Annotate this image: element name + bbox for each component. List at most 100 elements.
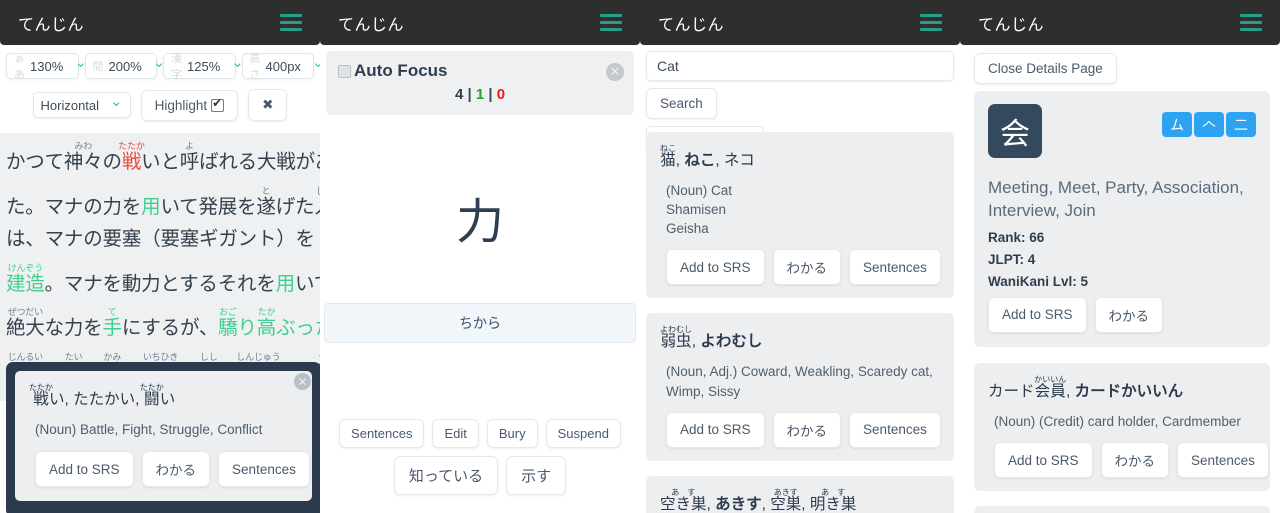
reader-token[interactable]: にするが、 [122, 317, 219, 339]
close-reader-button[interactable]: ✖ [248, 89, 288, 121]
highlight-checkbox[interactable] [211, 96, 225, 112]
reader-token[interactable]: り [237, 317, 257, 339]
close-details-button[interactable]: Close Details Page [974, 53, 1117, 84]
panel-search: てんじん Search All 猫ねこ, ねこ, ネコ(Noun) CatSha… [640, 0, 960, 513]
reader-token[interactable]: 力 [64, 317, 84, 339]
action-button[interactable]: Sentences [849, 249, 941, 286]
result-card: 空き巣あ す, あきす, 空巣あきす, 明き巣あ す(Noun) Empty h… [646, 475, 954, 513]
radical-button[interactable]: 𠆢 [1194, 112, 1224, 137]
reader-token[interactable]: 高たか [257, 308, 277, 339]
reader-size-controls: ぁあ 130% 間 200% 漢字 125% 高さ400px [0, 45, 320, 81]
reader-token[interactable]: ギガント）を [199, 228, 315, 250]
flashcard-front[interactable]: 力 [320, 131, 640, 303]
reader-token[interactable]: を [122, 196, 142, 218]
hamburger-icon[interactable] [280, 14, 302, 31]
kanji-tile[interactable]: 会 [988, 104, 1042, 158]
reader-token[interactable]: 。マナを [45, 273, 122, 295]
reader-token[interactable]: ぶった [276, 317, 320, 339]
auto-focus-checkbox[interactable] [338, 64, 351, 78]
action-button[interactable]: わかる [1100, 442, 1170, 479]
reader-token[interactable]: げた [276, 196, 315, 218]
size-select[interactable]: 間 200% [84, 53, 157, 79]
reader-token[interactable]: 建造けんぞう [6, 263, 45, 295]
action-button[interactable]: Add to SRS [994, 442, 1093, 479]
action-button[interactable]: Sentences [849, 411, 941, 448]
action-button[interactable]: 示す [506, 456, 567, 495]
flashcard-reading[interactable]: ちから [324, 303, 636, 343]
size-select-label: ぁあ [14, 53, 25, 81]
reader-token[interactable]: があっ [296, 151, 320, 173]
reader-token[interactable]: た。マナの [6, 196, 103, 218]
reader-token[interactable]: を [83, 317, 103, 339]
action-button[interactable]: Bury [486, 419, 538, 448]
reader-token[interactable]: 動力 [122, 273, 161, 295]
hamburger-icon[interactable] [920, 14, 942, 31]
close-icon[interactable]: ✕ [606, 63, 624, 81]
action-button[interactable]: Edit [432, 419, 479, 448]
action-button[interactable]: Add to SRS [666, 411, 765, 448]
action-button[interactable]: Add to SRS [35, 451, 134, 487]
reader-token[interactable]: いて [160, 196, 198, 218]
app-title: てんじん [978, 16, 1045, 34]
app-title: てんじん [18, 16, 85, 34]
header-bar-2: てんじん [320, 0, 640, 45]
reader-token[interactable]: 発展 [198, 196, 237, 218]
reader-token[interactable]: 驕おご [218, 308, 238, 339]
reader-token[interactable]: 力 [103, 196, 123, 218]
reader-token[interactable]: ばれる [199, 151, 257, 173]
action-button[interactable]: Sentences [1177, 442, 1269, 479]
reader-token[interactable]: 神々みわ [64, 142, 103, 173]
reader-token[interactable]: いて [295, 273, 320, 295]
size-select-value: 125% [187, 58, 221, 74]
reader-token[interactable]: 用 [141, 196, 161, 218]
action-button[interactable]: わかる [772, 249, 842, 286]
action-button[interactable]: Sentences [218, 451, 310, 487]
radical-button[interactable]: ム [1162, 112, 1192, 137]
action-button[interactable]: Add to SRS [988, 296, 1087, 333]
hamburger-icon[interactable] [1240, 14, 1262, 31]
action-button[interactable]: わかる [1094, 296, 1164, 333]
flashcard-answers: 知っている 示す [320, 456, 640, 495]
reader-token[interactable]: （ [141, 228, 161, 250]
reader-token[interactable]: は、マナの [6, 228, 103, 250]
reader-token[interactable]: 遂と [256, 186, 276, 218]
reader-token[interactable]: な [45, 317, 65, 339]
reader-token[interactable]: 手て [103, 308, 123, 339]
reader-token[interactable]: 要塞 [103, 228, 142, 250]
highlight-toggle[interactable]: Highlight [140, 89, 239, 121]
size-select-label: 漢字 [171, 53, 182, 81]
search-input[interactable] [646, 51, 954, 81]
action-button[interactable]: Suspend [545, 419, 621, 448]
header-bar-3: てんじん [640, 0, 960, 45]
reader-token[interactable]: かつて [6, 151, 64, 173]
reader-token[interactable]: 絶大ぜつだい [6, 308, 45, 339]
action-button[interactable]: わかる [772, 411, 842, 448]
action-button[interactable]: 知っている [393, 456, 499, 495]
radical-button[interactable]: 二 [1226, 112, 1256, 137]
reader-token[interactable]: 大戦 [257, 151, 296, 173]
reader-text-area[interactable]: かつて神々みわの戦たたかいと呼よばれる大戦があった。マナの力を用いて発展を遂とげ… [0, 133, 320, 401]
action-button[interactable]: Add to SRS [666, 249, 765, 286]
reader-token[interactable]: と [160, 151, 180, 173]
hamburger-icon[interactable] [600, 14, 622, 31]
size-select[interactable]: 漢字 125% [163, 53, 236, 81]
size-select[interactable]: 高さ 400px [241, 53, 314, 81]
app-title: てんじん [658, 16, 725, 34]
result-headword: 空き巣あ す, あきす, 空巣あきす, 明き巣あ す [660, 487, 857, 513]
search-button[interactable]: Search [646, 88, 717, 119]
reader-token[interactable]: 戦たたか [118, 142, 145, 173]
reader-token[interactable]: 要塞 [160, 228, 199, 250]
reader-token[interactable]: 呼よ [180, 142, 200, 173]
auto-focus-row[interactable]: Auto Focus [338, 61, 622, 81]
size-select[interactable]: ぁあ 130% [6, 53, 79, 81]
orientation-select[interactable]: Horizontal [32, 92, 131, 118]
reader-token[interactable]: い [141, 151, 161, 173]
details-toolbar: Close Details Page [960, 45, 1280, 84]
kanji-rank: Rank: 66 [988, 229, 1045, 245]
reader-token[interactable]: を [237, 196, 257, 218]
action-button[interactable]: わかる [141, 451, 211, 487]
popup-definition: (Noun) Battle, Fight, Struggle, Conflict [35, 422, 263, 438]
reader-token[interactable]: 用 [276, 273, 296, 295]
reader-token[interactable]: とするそれを [160, 273, 275, 295]
action-button[interactable]: Sentences [339, 419, 425, 448]
